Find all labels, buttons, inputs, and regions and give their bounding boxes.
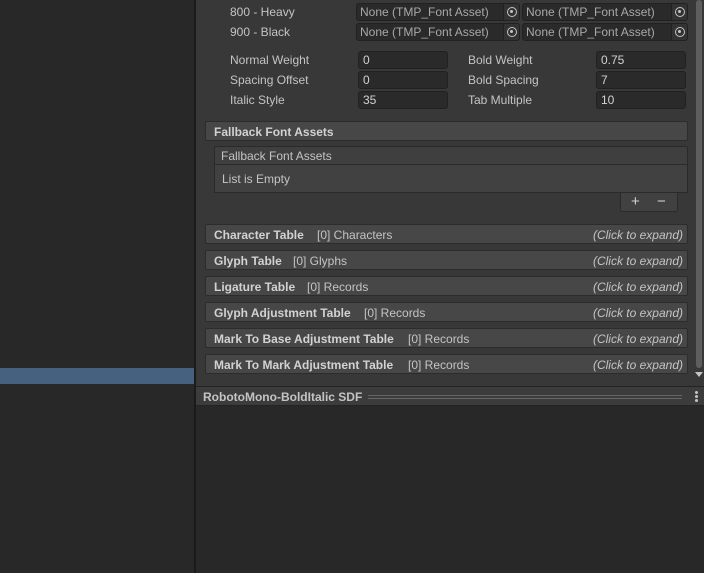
mark-to-mark-table-header[interactable]: Mark To Mark Adjustment Table [0] Record… (205, 354, 688, 374)
normal-weight-label: Normal Weight (230, 53, 310, 67)
click-to-expand: (Click to expand) (592, 332, 683, 346)
spacing-offset-label: Spacing Offset (230, 73, 309, 87)
table-title: Mark To Mark Adjustment Table (214, 358, 394, 372)
weight-800-regular-value: None (TMP_Font Asset) (360, 5, 489, 19)
weight-800-regular-field[interactable]: None (TMP_Font Asset) (356, 3, 520, 21)
click-to-expand: (Click to expand) (592, 306, 683, 320)
kebab-menu-icon[interactable] (695, 391, 698, 402)
scroll-down-arrow-icon[interactable] (695, 372, 703, 377)
fallback-list-header[interactable]: Fallback Font Assets (214, 146, 688, 165)
click-to-expand: (Click to expand) (592, 254, 683, 268)
bold-spacing-label: Bold Spacing (468, 73, 539, 87)
fallback-list-body: List is Empty (214, 165, 688, 193)
table-count: [0] Records (364, 306, 426, 320)
object-picker-icon[interactable] (671, 4, 687, 20)
weight-800-italic-field[interactable]: None (TMP_Font Asset) (522, 3, 688, 21)
object-picker-icon[interactable] (503, 24, 519, 40)
preview-title: RobotoMono-BoldItalic SDF (203, 390, 363, 404)
table-title: Ligature Table (214, 280, 296, 294)
table-count: [0] Glyphs (293, 254, 348, 268)
click-to-expand: (Click to expand) (592, 280, 683, 294)
weight-label-800: 800 - Heavy (230, 5, 295, 19)
character-table-header[interactable]: Character Table [0] Characters (Click to… (205, 224, 688, 244)
add-item-button[interactable]: + (631, 193, 640, 210)
italic-style-label: Italic Style (230, 93, 285, 107)
fallback-section-header[interactable]: Fallback Font Assets (205, 121, 688, 141)
table-count: [0] Characters (317, 228, 393, 242)
table-count: [0] Records (408, 332, 470, 346)
ligature-table-header[interactable]: Ligature Table [0] Records (Click to exp… (205, 276, 688, 296)
bold-weight-field[interactable]: 0.75 (596, 51, 686, 69)
table-count: [0] Records (307, 280, 369, 294)
spacing-offset-field[interactable]: 0 (358, 71, 448, 89)
bold-weight-label: Bold Weight (468, 53, 533, 67)
weight-900-italic-value: None (TMP_Font Asset) (526, 25, 655, 39)
tab-multiple-label: Tab Multiple (468, 93, 533, 107)
inspector-scrollbar[interactable] (694, 0, 704, 384)
normal-weight-field[interactable]: 0 (358, 51, 448, 69)
object-picker-icon[interactable] (671, 24, 687, 40)
fallback-list-footer: + − (620, 193, 678, 212)
weight-800-italic-value: None (TMP_Font Asset) (526, 5, 655, 19)
table-title: Glyph Adjustment Table (214, 306, 351, 320)
click-to-expand: (Click to expand) (592, 358, 683, 372)
weight-label-900: 900 - Black (230, 25, 291, 39)
selected-row[interactable] (0, 368, 194, 384)
weight-900-italic-field[interactable]: None (TMP_Font Asset) (522, 23, 688, 41)
tab-multiple-field[interactable]: 10 (596, 91, 686, 109)
weight-900-regular-field[interactable]: None (TMP_Font Asset) (356, 23, 520, 41)
table-title: Character Table (214, 228, 304, 242)
weight-900-regular-value: None (TMP_Font Asset) (360, 25, 489, 39)
italic-style-field[interactable]: 35 (358, 91, 448, 109)
click-to-expand: (Click to expand) (592, 228, 683, 242)
fallback-list-title: Fallback Font Assets (221, 149, 332, 163)
bold-spacing-field[interactable]: 7 (596, 71, 686, 89)
mark-to-base-table-header[interactable]: Mark To Base Adjustment Table [0] Record… (205, 328, 688, 348)
remove-item-button[interactable]: − (657, 193, 666, 210)
left-panel (0, 0, 194, 573)
scroll-thumb[interactable] (696, 0, 702, 368)
list-empty-text: List is Empty (222, 172, 291, 186)
glyph-table-header[interactable]: Glyph Table [0] Glyphs (Click to expand) (205, 250, 688, 270)
preview-area (196, 405, 704, 573)
table-title: Mark To Base Adjustment Table (214, 332, 394, 346)
object-picker-icon[interactable] (503, 4, 519, 20)
drag-handle[interactable] (368, 395, 682, 399)
table-count: [0] Records (408, 358, 470, 372)
glyph-adjustment-table-header[interactable]: Glyph Adjustment Table [0] Records (Clic… (205, 302, 688, 322)
table-title: Glyph Table (214, 254, 282, 268)
fallback-section-title: Fallback Font Assets (214, 125, 334, 139)
preview-header[interactable]: RobotoMono-BoldItalic SDF (196, 386, 704, 406)
